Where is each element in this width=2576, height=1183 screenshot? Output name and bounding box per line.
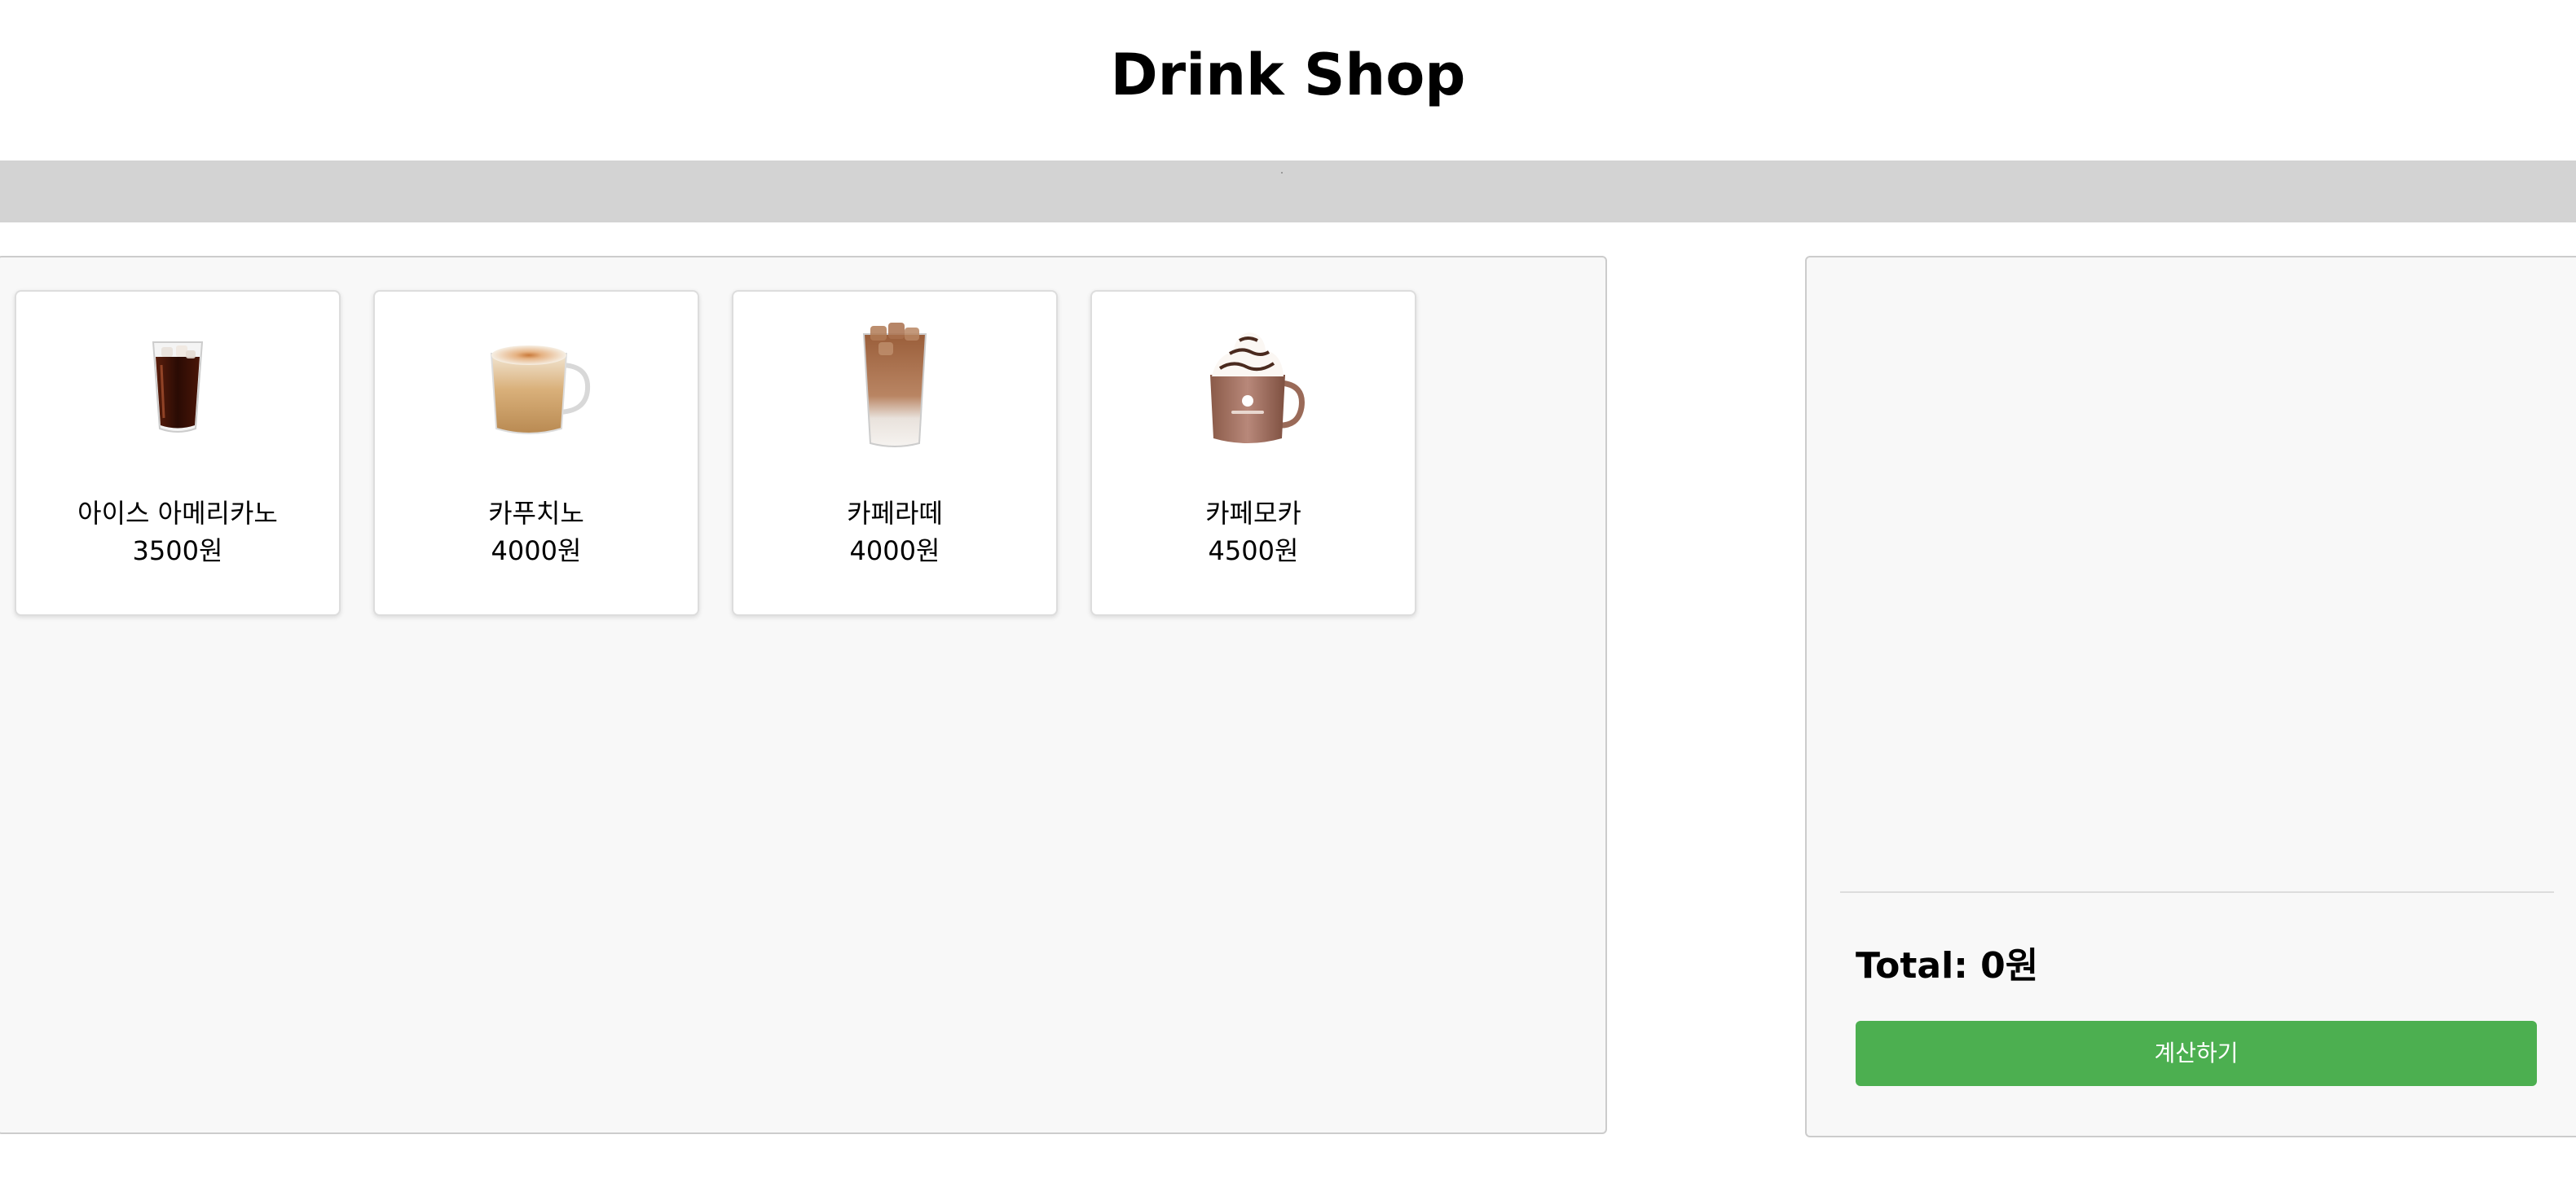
checkout-button[interactable]: 계산하기 <box>1856 1021 2537 1086</box>
iced-americano-image <box>16 324 339 455</box>
cappuccino-image <box>375 324 698 455</box>
product-price: 3500원 <box>132 535 223 566</box>
product-card-cafe-mocha[interactable]: 카페모카 4500원 <box>1090 290 1416 616</box>
product-card-cappuccino[interactable]: 카푸치노 4000원 <box>373 290 699 616</box>
product-name: 카푸치노 <box>488 498 584 529</box>
cart-panel <box>1805 256 2576 1137</box>
iced-cafe-latte-image <box>733 323 1056 455</box>
product-name: 카페모카 <box>1205 498 1301 529</box>
product-price: 4500원 <box>1208 535 1299 566</box>
product-card-iced-americano[interactable]: 아이스 아메리카노 3500원 <box>15 290 341 616</box>
product-card-cafe-latte[interactable]: 카페라떼 4000원 <box>732 290 1058 616</box>
product-price: 4000원 <box>491 535 582 566</box>
product-name: 아이스 아메리카노 <box>77 498 278 529</box>
total-label: Total: <box>1856 945 1968 987</box>
nav-bar <box>0 161 2576 222</box>
page: Drink Shop 아이스 아메리카노 3500원 카푸치노 4000원 카페… <box>0 0 2576 1183</box>
cart-divider <box>1840 891 2554 893</box>
nav-marker <box>1281 172 1283 174</box>
product-name: 카페라떼 <box>847 498 943 529</box>
product-price: 4000원 <box>849 535 940 566</box>
cafe-mocha-image <box>1092 324 1415 455</box>
cart-total: Total: 0원 <box>1856 942 2038 991</box>
page-title: Drink Shop <box>1110 42 1466 108</box>
total-value: 0원 <box>1980 945 2039 987</box>
